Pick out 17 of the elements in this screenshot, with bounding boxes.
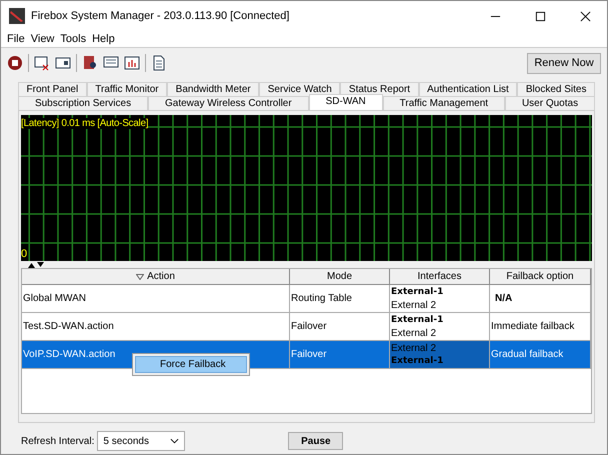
- interface-name: External 2: [391, 326, 436, 340]
- interface-name: External-1: [391, 314, 444, 326]
- table-cell: Failover: [290, 313, 390, 340]
- interface-name: External 2: [391, 298, 436, 312]
- table-cell: Global MWAN: [22, 285, 290, 312]
- table-cell: Gradual failback: [490, 341, 591, 368]
- window-title: Firebox System Manager - 203.0.113.90 [Connected]: [31, 10, 290, 22]
- interface-name: External-1: [391, 286, 444, 298]
- table-cell: Test.SD-WAN.action: [22, 313, 290, 340]
- interface-name: External 2: [391, 342, 436, 354]
- interface-name: External-1: [391, 354, 444, 368]
- table-cell: N/A: [490, 285, 591, 312]
- refresh-interval-label: Refresh Interval:: [21, 436, 94, 446]
- graph-caption: [Latency] 0.01 ms [Auto-Scale]: [21, 118, 148, 129]
- axis-zero-label: 0: [21, 248, 28, 260]
- table-cell: Routing Table: [290, 285, 390, 312]
- table-cell: Immediate failback: [490, 313, 591, 340]
